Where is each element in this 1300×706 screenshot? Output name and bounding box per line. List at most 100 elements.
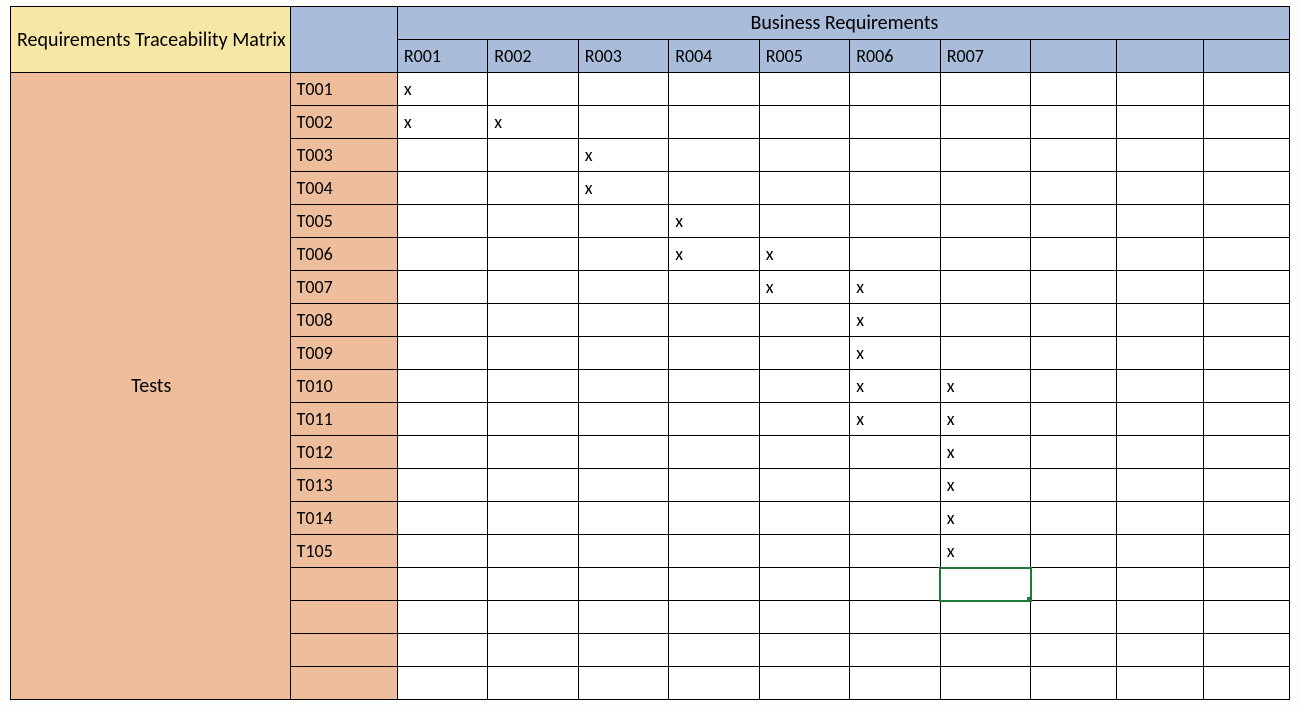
matrix-cell[interactable] [1031, 568, 1117, 601]
matrix-cell[interactable] [940, 139, 1030, 172]
matrix-cell[interactable] [1117, 667, 1203, 700]
test-header-T005[interactable]: T005 [290, 205, 397, 238]
matrix-cell[interactable] [759, 469, 849, 502]
matrix-cell[interactable] [578, 238, 668, 271]
matrix-cell[interactable]: x [578, 139, 668, 172]
matrix-cell[interactable]: x [850, 271, 940, 304]
matrix-cell[interactable] [940, 205, 1030, 238]
req-header-R006[interactable]: R006 [850, 40, 940, 73]
matrix-cell[interactable] [1117, 436, 1203, 469]
matrix-cell[interactable] [759, 139, 849, 172]
matrix-cell[interactable] [1203, 304, 1289, 337]
matrix-cell[interactable] [759, 106, 849, 139]
matrix-cell[interactable] [850, 601, 940, 634]
matrix-cell[interactable] [1203, 172, 1289, 205]
matrix-cell[interactable] [759, 436, 849, 469]
matrix-cell[interactable] [1203, 601, 1289, 634]
matrix-cell[interactable] [850, 535, 940, 568]
matrix-cell[interactable] [1203, 436, 1289, 469]
matrix-cell[interactable]: x [940, 436, 1030, 469]
matrix-cell[interactable]: x [850, 304, 940, 337]
matrix-cell[interactable] [578, 568, 668, 601]
matrix-cell[interactable] [850, 469, 940, 502]
matrix-cell[interactable] [669, 172, 759, 205]
matrix-cell[interactable] [1117, 73, 1203, 106]
matrix-cell[interactable] [759, 634, 849, 667]
matrix-cell[interactable]: x [759, 271, 849, 304]
matrix-cell[interactable] [1031, 634, 1117, 667]
matrix-cell[interactable] [1203, 568, 1289, 601]
matrix-cell[interactable] [1117, 601, 1203, 634]
matrix-cell[interactable] [759, 205, 849, 238]
matrix-cell[interactable] [397, 502, 487, 535]
matrix-cell[interactable] [669, 535, 759, 568]
matrix-cell[interactable] [397, 667, 487, 700]
matrix-cell[interactable] [397, 238, 487, 271]
matrix-cell[interactable] [578, 106, 668, 139]
test-header-T011[interactable]: T011 [290, 403, 397, 436]
matrix-cell[interactable] [1203, 205, 1289, 238]
req-header-R001[interactable]: R001 [397, 40, 487, 73]
matrix-cell[interactable] [578, 667, 668, 700]
req-header-R004[interactable]: R004 [669, 40, 759, 73]
matrix-cell[interactable] [488, 139, 578, 172]
matrix-cell[interactable] [850, 205, 940, 238]
matrix-cell[interactable] [1117, 172, 1203, 205]
matrix-cell[interactable] [669, 436, 759, 469]
matrix-cell[interactable] [578, 337, 668, 370]
matrix-cell[interactable] [940, 73, 1030, 106]
req-header-R005[interactable]: R005 [759, 40, 849, 73]
matrix-cell[interactable] [1117, 634, 1203, 667]
matrix-cell[interactable] [669, 271, 759, 304]
matrix-cell[interactable] [1031, 238, 1117, 271]
matrix-cell[interactable] [1117, 403, 1203, 436]
matrix-cell[interactable] [488, 271, 578, 304]
matrix-cell[interactable] [488, 73, 578, 106]
test-header-blank[interactable] [290, 634, 397, 667]
matrix-cell[interactable] [488, 205, 578, 238]
matrix-cell[interactable] [850, 238, 940, 271]
matrix-cell[interactable] [759, 535, 849, 568]
test-header-T013[interactable]: T013 [290, 469, 397, 502]
req-header-R003[interactable]: R003 [578, 40, 668, 73]
matrix-cell[interactable] [397, 139, 487, 172]
matrix-cell[interactable] [488, 601, 578, 634]
matrix-cell[interactable] [759, 601, 849, 634]
matrix-cell[interactable] [1031, 271, 1117, 304]
matrix-cell[interactable] [850, 172, 940, 205]
matrix-cell[interactable] [488, 370, 578, 403]
matrix-cell[interactable] [578, 469, 668, 502]
matrix-cell[interactable] [759, 502, 849, 535]
matrix-cell[interactable] [488, 238, 578, 271]
matrix-cell[interactable]: x [940, 403, 1030, 436]
matrix-cell[interactable] [940, 106, 1030, 139]
matrix-cell[interactable] [397, 436, 487, 469]
matrix-cell[interactable] [578, 205, 668, 238]
req-header-R002[interactable]: R002 [488, 40, 578, 73]
matrix-cell[interactable] [669, 502, 759, 535]
matrix-cell[interactable] [1117, 271, 1203, 304]
matrix-cell[interactable]: x [940, 469, 1030, 502]
test-header-T006[interactable]: T006 [290, 238, 397, 271]
matrix-cell[interactable] [1031, 469, 1117, 502]
matrix-cell[interactable] [1203, 403, 1289, 436]
matrix-cell[interactable] [759, 337, 849, 370]
matrix-cell[interactable] [1117, 502, 1203, 535]
matrix-cell[interactable] [669, 304, 759, 337]
matrix-cell[interactable] [1031, 370, 1117, 403]
matrix-cell[interactable] [488, 634, 578, 667]
req-header-blank[interactable] [1117, 40, 1203, 73]
matrix-cell[interactable] [397, 568, 487, 601]
matrix-cell[interactable] [578, 601, 668, 634]
matrix-cell[interactable] [759, 568, 849, 601]
matrix-cell[interactable] [850, 634, 940, 667]
matrix-cell[interactable] [1203, 469, 1289, 502]
matrix-cell[interactable] [397, 337, 487, 370]
matrix-cell[interactable] [850, 436, 940, 469]
matrix-cell[interactable] [669, 73, 759, 106]
matrix-cell[interactable] [1203, 271, 1289, 304]
matrix-cell[interactable] [488, 337, 578, 370]
matrix-cell[interactable] [578, 535, 668, 568]
test-header-T001[interactable]: T001 [290, 73, 397, 106]
matrix-cell[interactable] [397, 535, 487, 568]
